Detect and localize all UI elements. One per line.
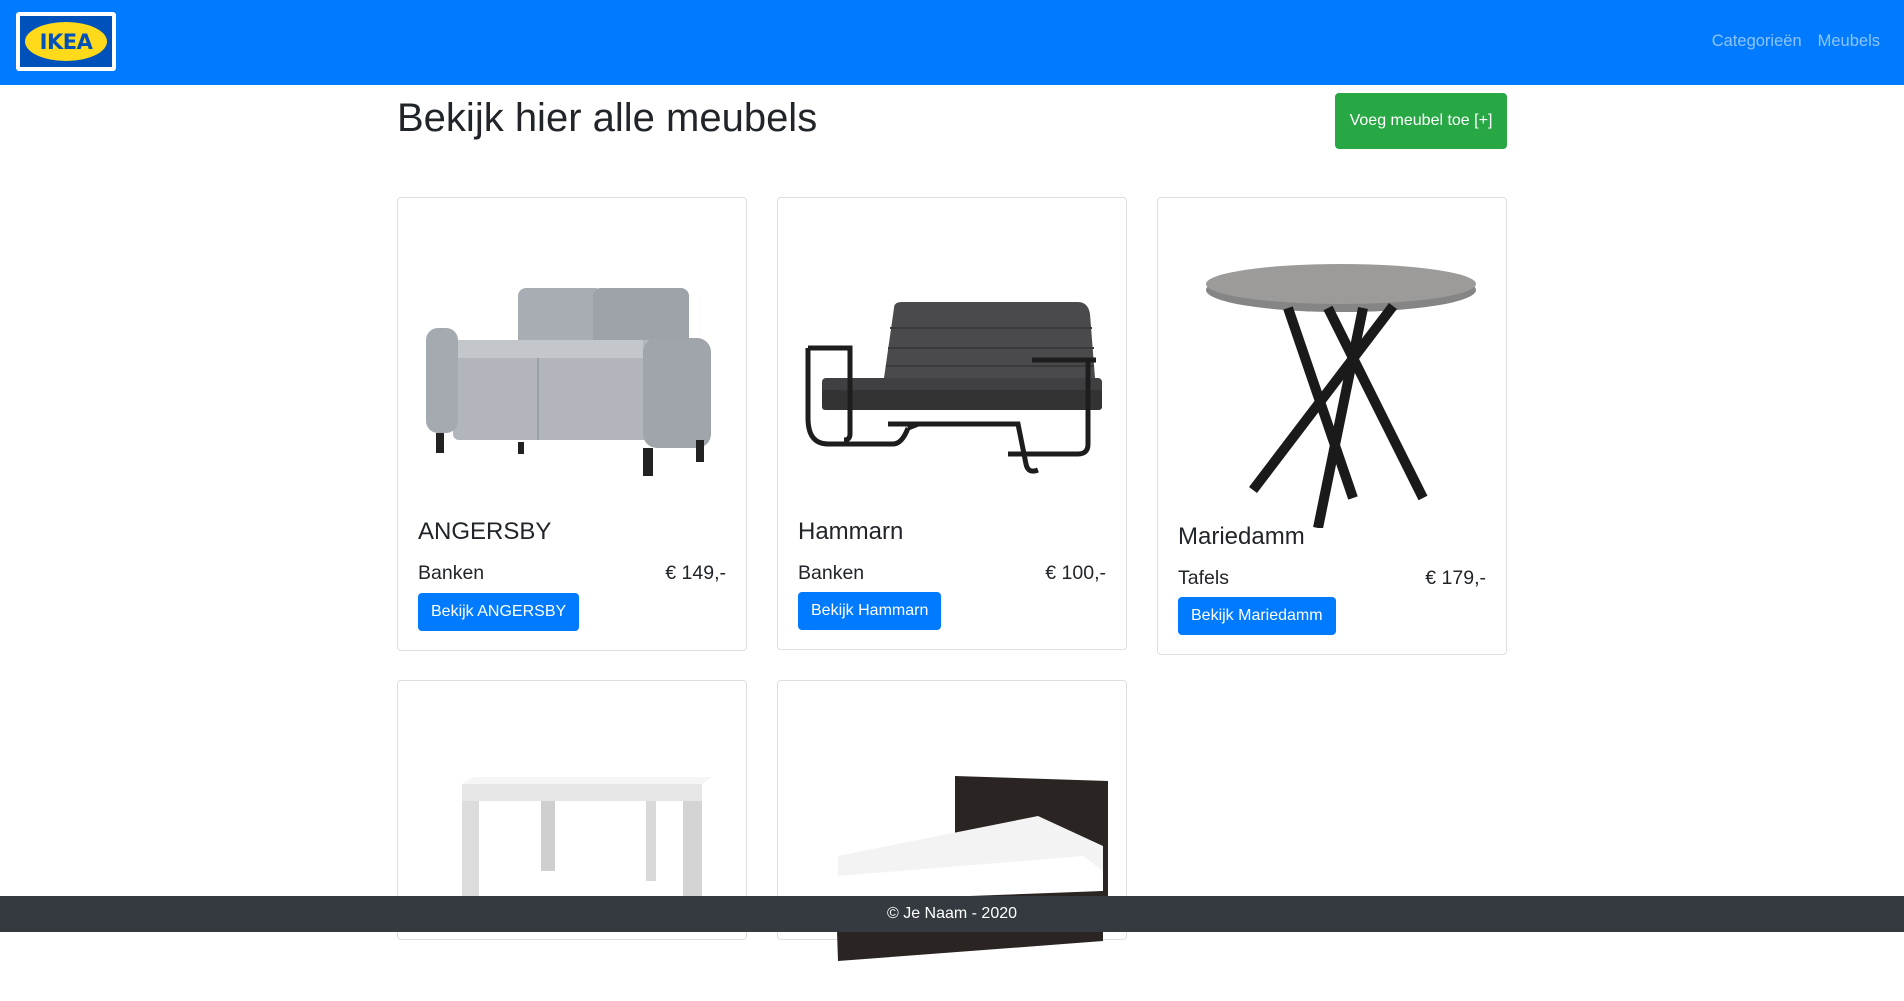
view-product-button[interactable]: Bekijk Hammarn: [798, 592, 942, 630]
product-price: € 100,-: [1045, 562, 1106, 584]
product-category: Tafels: [1178, 567, 1229, 589]
view-product-button[interactable]: Bekijk Mariedamm: [1178, 597, 1336, 635]
nav-link-meubels[interactable]: Meubels: [1818, 32, 1880, 51]
product-name: Hammarn: [798, 518, 904, 545]
product-name: Mariedamm: [1178, 523, 1305, 550]
product-name: ANGERSBY: [418, 518, 552, 545]
round-table-image: [1206, 264, 1476, 528]
footer-copyright: © Je Naam - 2020: [886, 905, 1018, 922]
ikea-logo[interactable]: IKEA: [16, 12, 116, 71]
product-card: Mariedamm Tafels € 179,- Bekijk Mariedam…: [1157, 197, 1507, 655]
white-table-image: [462, 777, 712, 921]
product-price: € 179,-: [1425, 567, 1486, 589]
footer: © Je Naam - 2020: [0, 896, 1904, 932]
product-price: € 149,-: [665, 562, 726, 584]
product-category: Banken: [798, 562, 865, 584]
logo-background: IKEA: [20, 16, 112, 67]
product-category: Banken: [418, 562, 485, 584]
logo-oval: IKEA: [25, 22, 107, 61]
logo-text: IKEA: [39, 29, 93, 54]
nav-link-categorieen[interactable]: Categorieën: [1712, 32, 1802, 51]
product-card: ANGERSBY Banken € 149,- Bekijk ANGERSBY: [397, 197, 747, 651]
nav-links: Categorieën Meubels: [1712, 32, 1880, 51]
navbar: IKEA Categorieën Meubels: [0, 0, 1904, 85]
sofa-bed-image: [805, 302, 1102, 474]
add-furniture-button[interactable]: Voeg meubel toe [+]: [1335, 93, 1507, 149]
product-card: Hammarn Banken € 100,- Bekijk Hammarn: [777, 197, 1127, 650]
bed-image: [836, 776, 1108, 961]
page-title: Bekijk hier alle meubels: [397, 96, 818, 140]
view-product-button[interactable]: Bekijk ANGERSBY: [418, 593, 580, 631]
sofa-image: [426, 288, 711, 476]
